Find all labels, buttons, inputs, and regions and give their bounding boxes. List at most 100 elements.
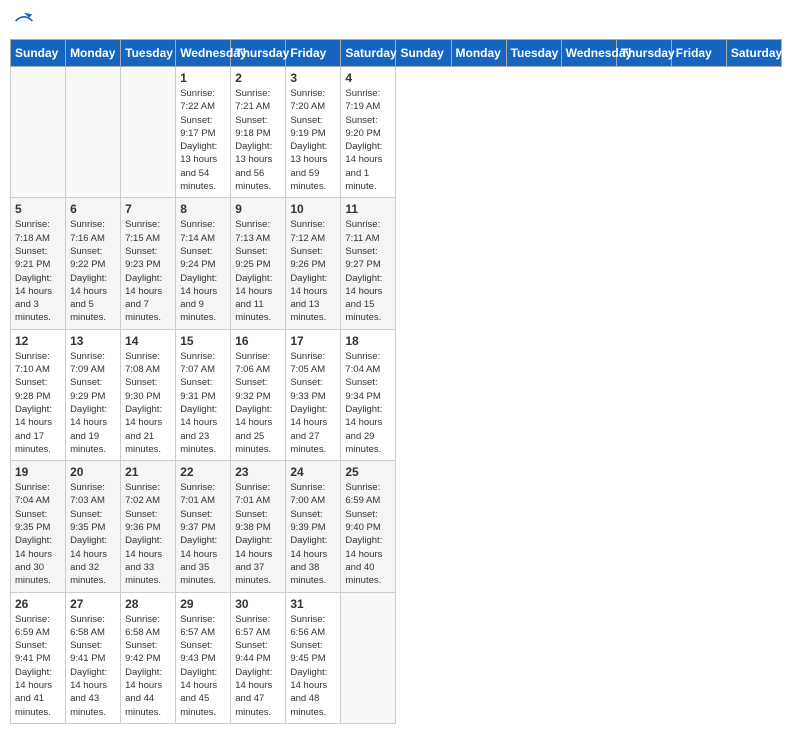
cell-info: Sunrise: 7:02 AMSunset: 9:36 PMDaylight:…	[125, 482, 162, 586]
cell-info: Sunrise: 7:22 AMSunset: 9:17 PMDaylight:…	[180, 88, 217, 192]
cell-info: Sunrise: 6:57 AMSunset: 9:44 PMDaylight:…	[235, 614, 272, 718]
cell-info: Sunrise: 7:07 AMSunset: 9:31 PMDaylight:…	[180, 351, 217, 455]
calendar-cell: 23Sunrise: 7:01 AMSunset: 9:38 PMDayligh…	[231, 461, 286, 592]
day-number: 11	[345, 202, 391, 216]
day-number: 5	[15, 202, 61, 216]
day-number: 1	[180, 71, 226, 85]
day-header-tuesday: Tuesday	[121, 40, 176, 67]
logo	[14, 10, 38, 31]
day-header-saturday: Saturday	[726, 40, 781, 67]
day-number: 29	[180, 597, 226, 611]
day-number: 15	[180, 334, 226, 348]
day-number: 30	[235, 597, 281, 611]
calendar-cell: 22Sunrise: 7:01 AMSunset: 9:37 PMDayligh…	[176, 461, 231, 592]
day-header-monday: Monday	[451, 40, 506, 67]
calendar-cell: 13Sunrise: 7:09 AMSunset: 9:29 PMDayligh…	[66, 329, 121, 460]
day-number: 28	[125, 597, 171, 611]
calendar-cell	[11, 67, 66, 198]
cell-info: Sunrise: 6:58 AMSunset: 9:42 PMDaylight:…	[125, 614, 162, 718]
calendar-cell: 21 Sunrise: 7:02 AMSunset: 9:36 PMDayligh…	[121, 461, 176, 592]
day-number: 10	[290, 202, 336, 216]
calendar-cell: 3Sunrise: 7:20 AMSunset: 9:19 PMDaylight…	[286, 67, 341, 198]
calendar-cell: 16 Sunrise: 7:06 AMSunset: 9:32 PMDayligh…	[231, 329, 286, 460]
cell-info: Sunrise: 7:06 AMSunset: 9:32 PMDaylight:…	[235, 351, 272, 455]
cell-info: Sunrise: 7:13 AMSunset: 9:25 PMDaylight:…	[235, 219, 272, 323]
day-header-thursday: Thursday	[616, 40, 671, 67]
calendar-cell: 9 Sunrise: 7:13 AMSunset: 9:25 PMDaylight…	[231, 198, 286, 329]
day-number: 31	[290, 597, 336, 611]
day-header-sunday: Sunday	[396, 40, 451, 67]
calendar-cell: 17 Sunrise: 7:05 AMSunset: 9:33 PMDayligh…	[286, 329, 341, 460]
week-row-2: 5Sunrise: 7:18 AMSunset: 9:21 PMDaylight…	[11, 198, 782, 329]
week-row-1: 1 Sunrise: 7:22 AMSunset: 9:17 PMDaylight…	[11, 67, 782, 198]
calendar-cell: 24 Sunrise: 7:00 AMSunset: 9:39 PMDayligh…	[286, 461, 341, 592]
calendar-cell: 4 Sunrise: 7:19 AMSunset: 9:20 PMDaylight…	[341, 67, 396, 198]
calendar-cell: 5Sunrise: 7:18 AMSunset: 9:21 PMDaylight…	[11, 198, 66, 329]
cell-info: Sunrise: 6:58 AMSunset: 9:41 PMDaylight:…	[70, 614, 107, 718]
calendar-cell	[121, 67, 176, 198]
cell-info: Sunrise: 7:00 AMSunset: 9:39 PMDaylight:…	[290, 482, 327, 586]
calendar-cell: 18 Sunrise: 7:04 AMSunset: 9:34 PMDayligh…	[341, 329, 396, 460]
day-number: 8	[180, 202, 226, 216]
cell-info: Sunrise: 6:56 AMSunset: 9:45 PMDaylight:…	[290, 614, 327, 718]
week-row-4: 19 Sunrise: 7:04 AMSunset: 9:35 PMDayligh…	[11, 461, 782, 592]
calendar-cell: 15 Sunrise: 7:07 AMSunset: 9:31 PMDayligh…	[176, 329, 231, 460]
calendar-cell: 8 Sunrise: 7:14 AMSunset: 9:24 PMDaylight…	[176, 198, 231, 329]
day-number: 22	[180, 465, 226, 479]
calendar-cell: 11 Sunrise: 7:11 AMSunset: 9:27 PMDayligh…	[341, 198, 396, 329]
cell-info: Sunrise: 7:20 AMSunset: 9:19 PMDaylight:…	[290, 88, 327, 192]
calendar-cell	[66, 67, 121, 198]
cell-info: Sunrise: 6:57 AMSunset: 9:43 PMDaylight:…	[180, 614, 217, 718]
day-number: 18	[345, 334, 391, 348]
day-number: 23	[235, 465, 281, 479]
day-number: 21	[125, 465, 171, 479]
day-number: 16	[235, 334, 281, 348]
cell-info: Sunrise: 7:03 AMSunset: 9:35 PMDaylight:…	[70, 482, 107, 586]
day-header-thursday: Thursday	[231, 40, 286, 67]
cell-info: Sunrise: 6:59 AMSunset: 9:40 PMDaylight:…	[345, 482, 382, 586]
cell-info: Sunrise: 7:12 AMSunset: 9:26 PMDaylight:…	[290, 219, 327, 323]
cell-info: Sunrise: 6:59 AMSunset: 9:41 PMDaylight:…	[15, 614, 52, 718]
day-number: 12	[15, 334, 61, 348]
day-number: 27	[70, 597, 116, 611]
calendar-cell: 25 Sunrise: 6:59 AMSunset: 9:40 PMDayligh…	[341, 461, 396, 592]
day-number: 20	[70, 465, 116, 479]
calendar-cell: 1 Sunrise: 7:22 AMSunset: 9:17 PMDaylight…	[176, 67, 231, 198]
cell-info: Sunrise: 7:04 AMSunset: 9:34 PMDaylight:…	[345, 351, 382, 455]
day-header-tuesday: Tuesday	[506, 40, 561, 67]
calendar-table: SundayMondayTuesdayWednesdayThursdayFrid…	[10, 39, 782, 724]
header-row: SundayMondayTuesdayWednesdayThursdayFrid…	[11, 40, 782, 67]
cell-info: Sunrise: 7:16 AMSunset: 9:22 PMDaylight:…	[70, 219, 107, 323]
cell-info: Sunrise: 7:21 AMSunset: 9:18 PMDaylight:…	[235, 88, 272, 192]
day-number: 7	[125, 202, 171, 216]
cell-info: Sunrise: 7:15 AMSunset: 9:23 PMDaylight:…	[125, 219, 162, 323]
cell-info: Sunrise: 7:08 AMSunset: 9:30 PMDaylight:…	[125, 351, 162, 455]
calendar-cell: 6Sunrise: 7:16 AMSunset: 9:22 PMDaylight…	[66, 198, 121, 329]
day-number: 17	[290, 334, 336, 348]
calendar-cell: 19 Sunrise: 7:04 AMSunset: 9:35 PMDayligh…	[11, 461, 66, 592]
header	[10, 10, 782, 31]
cell-info: Sunrise: 7:09 AMSunset: 9:29 PMDaylight:…	[70, 351, 107, 455]
cell-info: Sunrise: 7:11 AMSunset: 9:27 PMDaylight:…	[345, 219, 382, 323]
cell-info: Sunrise: 7:05 AMSunset: 9:33 PMDaylight:…	[290, 351, 327, 455]
calendar-cell: 14 Sunrise: 7:08 AMSunset: 9:30 PMDayligh…	[121, 329, 176, 460]
calendar-cell: 12Sunrise: 7:10 AMSunset: 9:28 PMDayligh…	[11, 329, 66, 460]
week-row-3: 12Sunrise: 7:10 AMSunset: 9:28 PMDayligh…	[11, 329, 782, 460]
day-header-saturday: Saturday	[341, 40, 396, 67]
day-header-monday: Monday	[66, 40, 121, 67]
day-number: 26	[15, 597, 61, 611]
day-number: 25	[345, 465, 391, 479]
logo-icon	[14, 11, 34, 31]
day-number: 14	[125, 334, 171, 348]
day-number: 19	[15, 465, 61, 479]
day-number: 24	[290, 465, 336, 479]
day-header-wednesday: Wednesday	[176, 40, 231, 67]
cell-info: Sunrise: 7:14 AMSunset: 9:24 PMDaylight:…	[180, 219, 217, 323]
day-number: 4	[345, 71, 391, 85]
cell-info: Sunrise: 7:04 AMSunset: 9:35 PMDaylight:…	[15, 482, 52, 586]
calendar-cell: 2Sunrise: 7:21 AMSunset: 9:18 PMDaylight…	[231, 67, 286, 198]
day-header-wednesday: Wednesday	[561, 40, 616, 67]
cell-info: Sunrise: 7:19 AMSunset: 9:20 PMDaylight:…	[345, 88, 382, 192]
day-header-friday: Friday	[671, 40, 726, 67]
day-number: 9	[235, 202, 281, 216]
